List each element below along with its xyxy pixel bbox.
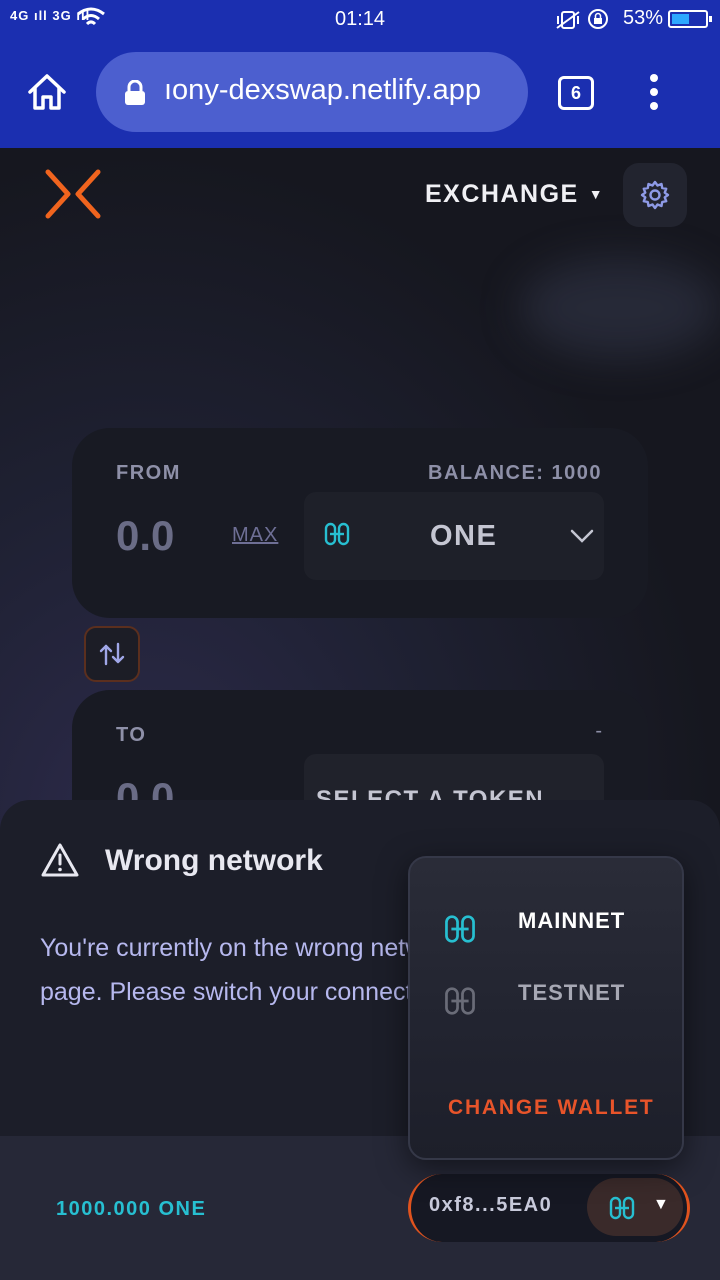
vibrate-icon xyxy=(556,11,580,29)
rotation-lock-icon xyxy=(588,9,609,29)
more-icon[interactable] xyxy=(650,74,658,116)
swap-icon xyxy=(99,642,125,666)
network-option-label: MAINNET xyxy=(518,908,626,933)
caret-down-icon: ▼ xyxy=(653,1196,669,1213)
wallet-address: 0xf8...5EA0 xyxy=(429,1194,553,1216)
tabs-button[interactable]: 6 xyxy=(558,76,594,110)
url-text: ıony-dexswap.netlify.app xyxy=(164,74,482,106)
harmony-icon xyxy=(609,1196,635,1220)
harmony-icon xyxy=(324,522,350,546)
system-icons xyxy=(555,8,610,35)
harmony-icon xyxy=(445,915,475,943)
lock-icon xyxy=(125,80,145,105)
home-icon[interactable] xyxy=(26,72,68,112)
network-option-label: TESTNET xyxy=(518,980,626,1005)
modal-title: Wrong network xyxy=(105,844,323,877)
address-bar[interactable]: ıony-dexswap.netlify.app xyxy=(96,52,528,132)
balance-label: BALANCE: 1000 xyxy=(428,462,602,484)
clock: 01:14 xyxy=(334,8,386,30)
network-switch-button[interactable]: ▼ xyxy=(587,1178,683,1236)
browser-toolbar: ıony-dexswap.netlify.app 6 xyxy=(0,38,720,148)
battery-level xyxy=(672,14,689,24)
to-balance: - xyxy=(595,720,602,742)
from-amount-input[interactable]: 0.0 xyxy=(116,512,174,560)
caret-down-icon: ▼ xyxy=(588,186,605,202)
max-button[interactable]: MAX xyxy=(232,524,278,547)
from-label: FROM xyxy=(116,462,181,484)
exchange-menu[interactable]: EXCHANGE ▼ xyxy=(425,180,604,209)
warning-icon xyxy=(41,843,79,877)
harmony-icon xyxy=(445,987,475,1015)
battery-icon xyxy=(668,10,712,28)
wallet-balance: 1000.000 ONE xyxy=(56,1198,207,1220)
network-dropdown: MAINNET TESTNET CHANGE WALLET xyxy=(408,856,684,1160)
battery-percent: 53% xyxy=(623,7,664,29)
change-wallet-button[interactable]: CHANGE WALLET xyxy=(448,1096,655,1120)
from-token-select[interactable]: ONE xyxy=(304,492,604,580)
status-bar: 4G ıll 3G ıll 01:14 53% xyxy=(0,0,720,38)
chevron-down-icon xyxy=(570,529,594,543)
wallet-button[interactable]: 0xf8...5EA0 ▼ xyxy=(408,1174,690,1242)
settings-button[interactable] xyxy=(623,163,687,227)
exchange-label: EXCHANGE xyxy=(425,180,579,208)
logo-icon[interactable] xyxy=(44,168,102,220)
to-label: TO xyxy=(116,724,147,746)
swap-direction-button[interactable] xyxy=(84,626,140,682)
gear-icon xyxy=(640,180,670,210)
from-token-name: ONE xyxy=(430,520,498,552)
from-card: FROM BALANCE: 1000 0.0 MAX ONE xyxy=(72,428,648,618)
